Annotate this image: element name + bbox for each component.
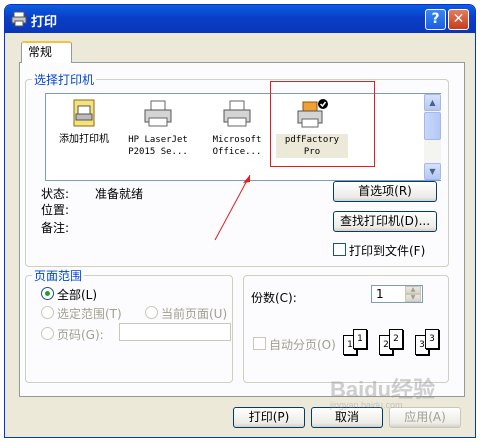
page-range-all-label: 全部(L) bbox=[57, 288, 98, 302]
page-range-input[interactable] bbox=[119, 323, 231, 341]
collate-page: 2 bbox=[389, 329, 403, 349]
title-bar[interactable]: 打印 ? ✕ bbox=[5, 5, 475, 33]
printer-name: HP LaserJet bbox=[128, 135, 188, 145]
scroll-thumb[interactable] bbox=[424, 112, 441, 140]
select-printer-legend: 选择打印机 bbox=[34, 73, 95, 87]
printer-list-scrollbar[interactable]: ▲ ▼ bbox=[424, 94, 441, 180]
preferences-button[interactable]: 首选项(R) bbox=[333, 181, 437, 202]
printer-icon bbox=[11, 11, 27, 27]
annotation-arrow-icon bbox=[214, 174, 251, 241]
baidu-watermark: Baidu经验 jingyan.baidu.com bbox=[330, 372, 435, 410]
comment-label: 备注: bbox=[41, 221, 70, 235]
printer-item-hp[interactable]: HP LaserJet P2015 Se... bbox=[122, 98, 194, 158]
apply-button[interactable]: 应用(A) bbox=[389, 407, 461, 428]
printer-name-line2: P2015 Se... bbox=[128, 147, 188, 157]
location-label: 位置: bbox=[41, 203, 70, 217]
spin-down-icon[interactable]: ▼ bbox=[405, 294, 421, 302]
collate-page: 1 bbox=[353, 329, 367, 349]
window-title: 打印 bbox=[31, 15, 58, 30]
help-button[interactable]: ? bbox=[425, 9, 446, 30]
printer-item-add[interactable]: 添加打印机 bbox=[52, 98, 116, 146]
copies-spinner[interactable]: ▲ ▼ bbox=[405, 286, 421, 303]
printer-name: Microsoft bbox=[212, 135, 262, 145]
page-range-current-label: 当前页面(U) bbox=[161, 307, 228, 321]
spin-up-icon[interactable]: ▲ bbox=[405, 286, 421, 294]
page-range-pages-label: 页码(G): bbox=[57, 328, 104, 342]
collate-page: 3 bbox=[425, 329, 439, 349]
annotation-highlight-box bbox=[270, 81, 375, 167]
collate-checkbox[interactable] bbox=[253, 337, 266, 350]
scroll-down-icon[interactable]: ▼ bbox=[424, 163, 441, 180]
cancel-button[interactable]: 取消 bbox=[311, 407, 383, 428]
print-button[interactable]: 打印(P) bbox=[233, 407, 305, 428]
status-label: 状态: bbox=[41, 187, 70, 201]
close-button[interactable]: ✕ bbox=[448, 9, 469, 30]
copies-label: 份数(C): bbox=[251, 291, 297, 305]
watermark-text: Baidu经验 bbox=[330, 377, 436, 402]
page-range-selection-label: 选定范围(T) bbox=[57, 307, 122, 321]
copies-value: 1 bbox=[376, 287, 384, 301]
printer-icon bbox=[223, 100, 251, 127]
printer-name: 添加打印机 bbox=[59, 134, 109, 145]
scroll-up-icon[interactable]: ▲ bbox=[424, 94, 441, 111]
printer-icon bbox=[144, 100, 172, 127]
page-range-pages-radio[interactable] bbox=[41, 327, 54, 340]
find-printer-button[interactable]: 查找打印机(D)... bbox=[333, 211, 437, 232]
print-to-file-label: 打印到文件(F) bbox=[349, 244, 426, 258]
page-range-all-radio[interactable] bbox=[41, 287, 54, 300]
status-value: 准备就绪 bbox=[95, 187, 144, 201]
printer-name-line2: Office... bbox=[212, 147, 262, 157]
collate-label: 自动分页(O) bbox=[269, 338, 336, 352]
page-range-selection-radio[interactable] bbox=[41, 306, 54, 319]
printer-item-microsoft[interactable]: Microsoft Office... bbox=[202, 98, 272, 158]
print-to-file-checkbox[interactable] bbox=[333, 243, 346, 256]
page-range-legend: 页面范围 bbox=[34, 269, 83, 283]
page-range-current-radio[interactable] bbox=[145, 306, 158, 319]
add-printer-icon bbox=[73, 99, 95, 127]
tab-general[interactable]: 常规 bbox=[21, 41, 72, 63]
